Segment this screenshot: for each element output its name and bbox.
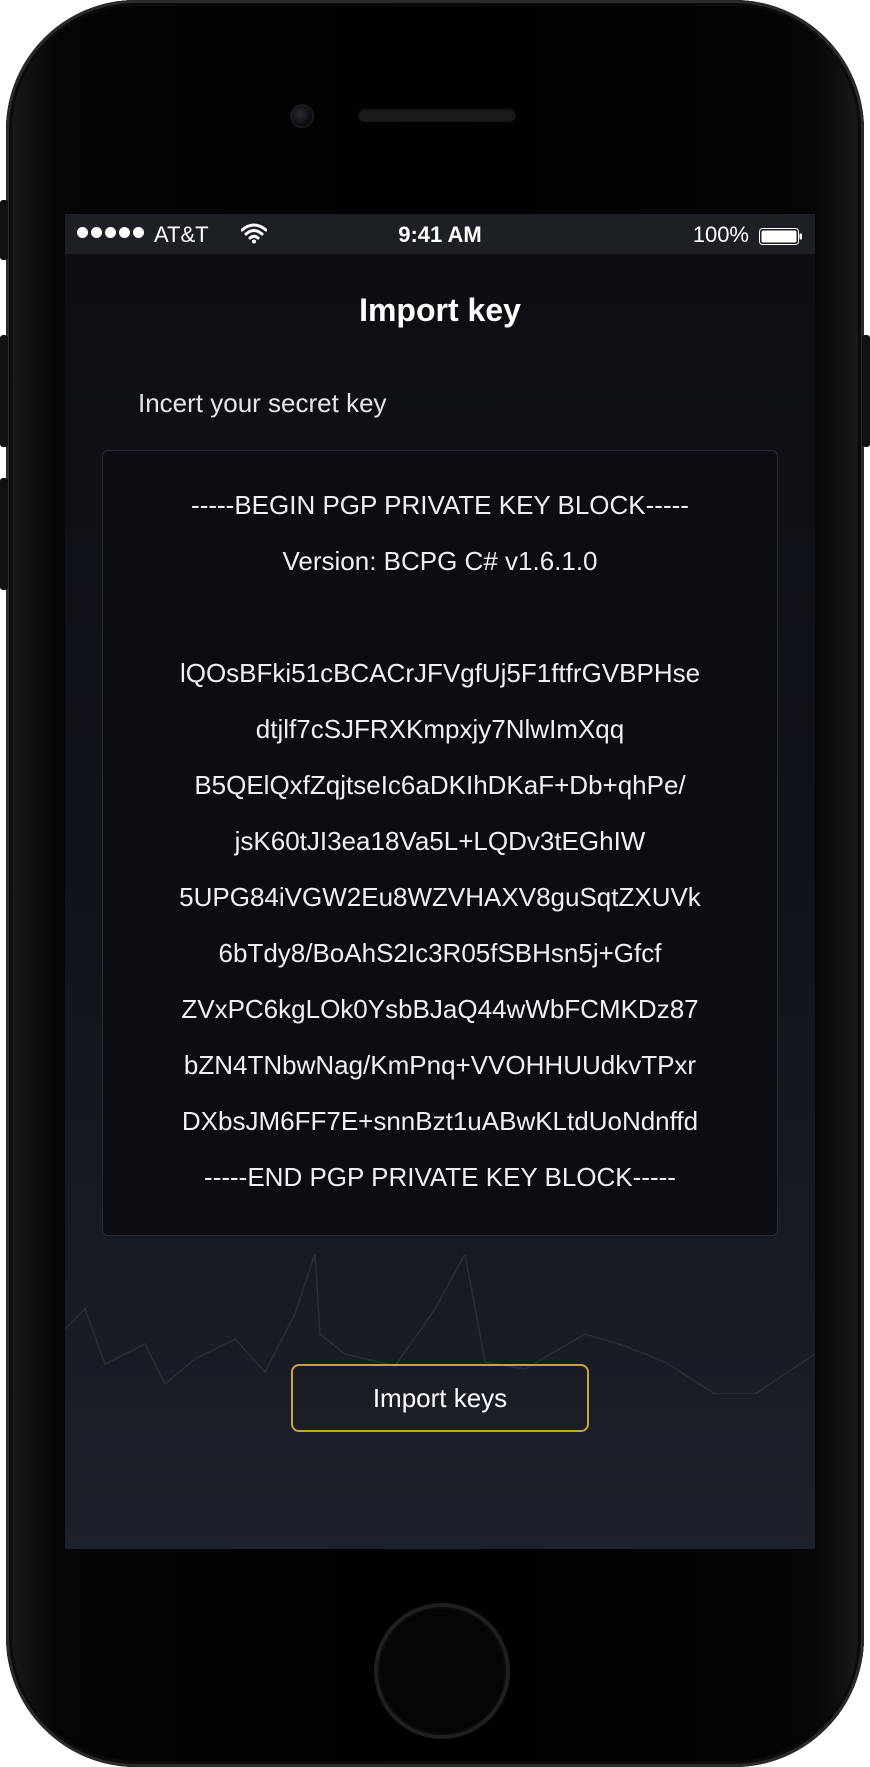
key-line: [103, 589, 777, 645]
home-button[interactable]: [374, 1603, 510, 1739]
status-bar: AT&T 9:41 AM 100%: [65, 214, 815, 254]
secret-key-content: -----BEGIN PGP PRIVATE KEY BLOCK----- Ve…: [103, 477, 777, 1205]
volume-down-button: [0, 478, 8, 590]
secret-key-label: Incert your secret key: [138, 388, 387, 418]
page-title: Import key: [359, 292, 521, 328]
import-keys-button[interactable]: Import keys: [291, 1364, 589, 1432]
key-line: dtjlf7cSJFRXKmpxjy7NlwImXqq: [255, 714, 625, 744]
key-line: -----END PGP PRIVATE KEY BLOCK-----: [204, 1162, 676, 1192]
volume-up-button: [0, 335, 8, 447]
key-line: lQOsBFki51cBCACrJFVgfUj5F1ftfrGVBPHse: [179, 658, 701, 688]
secret-key-textarea[interactable]: -----BEGIN PGP PRIVATE KEY BLOCK----- Ve…: [102, 450, 778, 1236]
front-camera: [290, 104, 314, 128]
key-line: jsK60tJI3ea18Va5L+LQDv3tEGhIW: [234, 826, 646, 856]
key-line: 6bTdy8/BoAhS2Ic3R05fSBHsn5j+Gfcf: [218, 938, 662, 968]
earpiece-speaker: [358, 108, 516, 122]
key-line: Version: BCPG C# v1.6.1.0: [282, 546, 598, 576]
battery-icon: [759, 225, 803, 245]
key-line: 5UPG84iVGW2Eu8WZVHAXV8guSqtZXUVk: [179, 882, 701, 912]
mute-switch: [0, 200, 8, 260]
key-line: bZN4TNbwNag/KmPnq+VVOHHUUdkvTPxr: [183, 1050, 697, 1080]
power-button: [862, 335, 870, 447]
phone-screen: AT&T 9:41 AM 100% Import key Incert your…: [65, 214, 815, 1549]
phone-frame: AT&T 9:41 AM 100% Import key Incert your…: [0, 0, 870, 1767]
key-line: ZVxPC6kgLOk0YsbBJaQ44wWbFCMKDz87: [181, 994, 699, 1024]
key-line: DXbsJM6FF7E+snnBzt1uABwKLtdUoNdnffd: [181, 1106, 699, 1136]
key-line: -----BEGIN PGP PRIVATE KEY BLOCK-----: [191, 490, 689, 520]
key-line: B5QElQxfZqjtseIc6aDKIhDKaF+Db+qhPe/: [194, 770, 686, 800]
battery-percentage: 100%: [692, 222, 749, 247]
